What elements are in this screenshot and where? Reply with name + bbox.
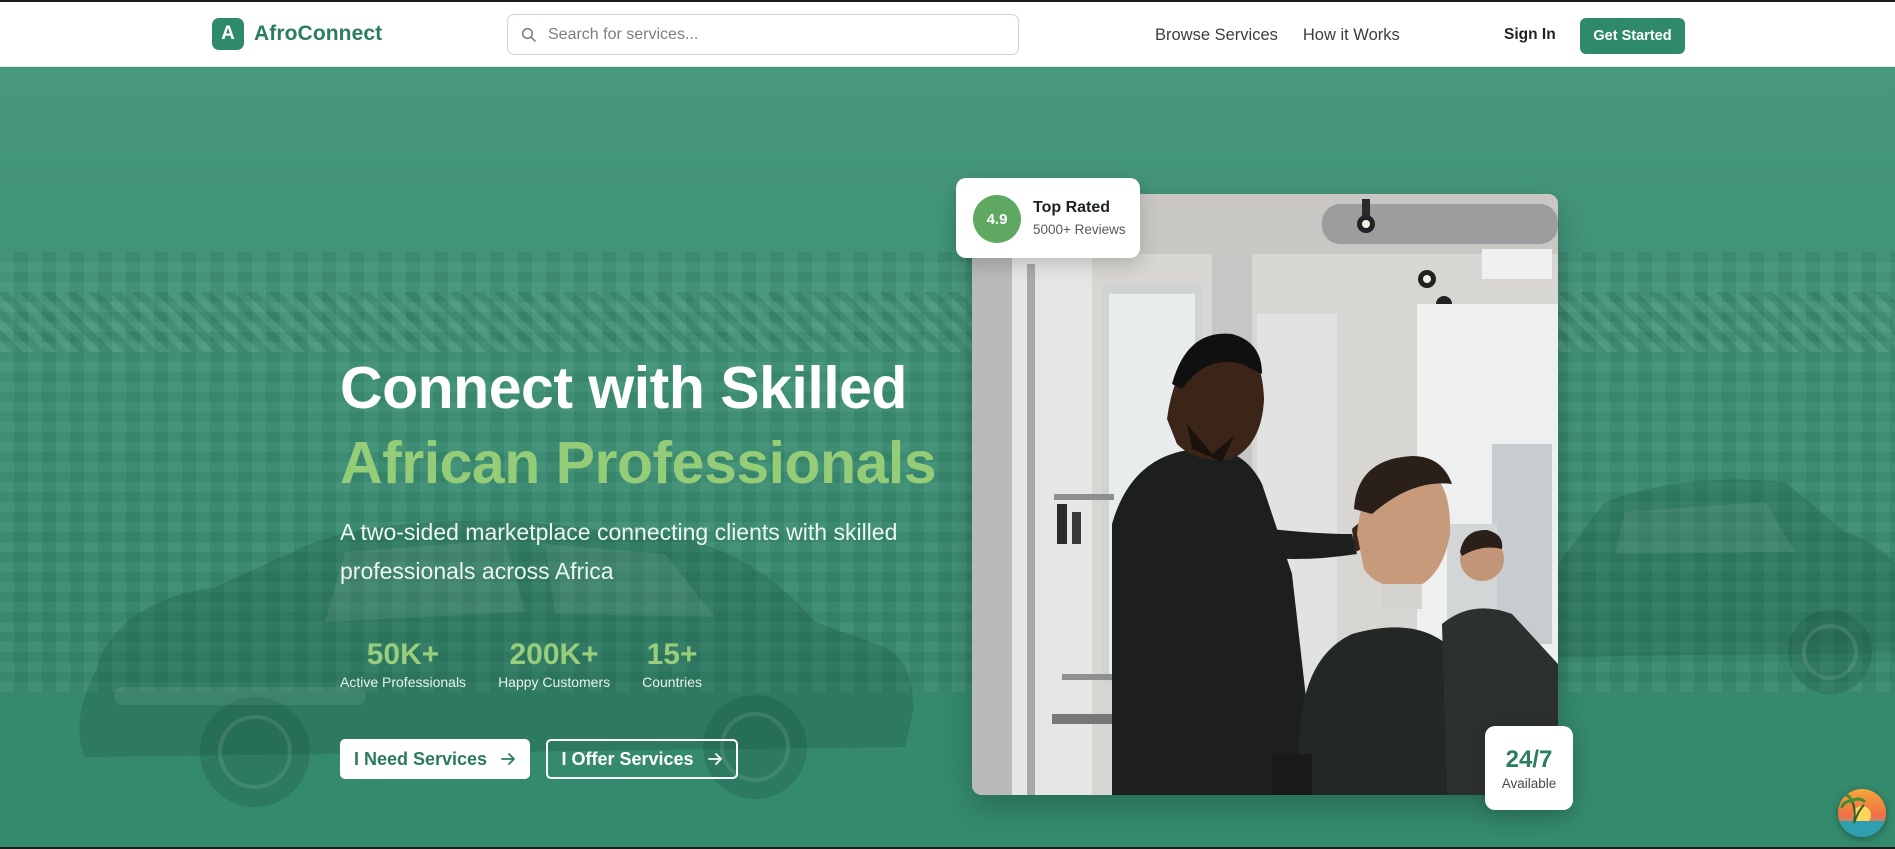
stat-value: 15+	[646, 638, 698, 671]
search-icon	[521, 27, 536, 42]
rating-reviews-count: 5000+ Reviews	[1033, 222, 1126, 237]
brand-logo[interactable]: A AfroConnect	[212, 18, 382, 50]
logo-mark: A	[212, 18, 244, 50]
pattern-band	[0, 292, 1895, 352]
stat-label: Happy Customers	[498, 674, 611, 690]
stat-value: 50K+	[366, 638, 440, 671]
availability-value: 24/7	[1505, 745, 1553, 773]
availability-label: Available	[1501, 775, 1557, 791]
sign-in-link[interactable]: Sign In	[1504, 26, 1556, 44]
hero-barbershop-photo	[972, 194, 1558, 795]
search-bar[interactable]	[507, 14, 1019, 55]
hero-subtitle: A two-sided marketplace connecting clien…	[340, 519, 898, 584]
main-nav: Browse Services How it Works	[1155, 26, 1400, 45]
brand-name: AfroConnect	[254, 22, 383, 45]
headline-line-1: Connect with Skilled	[340, 355, 907, 421]
stat-value: 200K+	[509, 638, 599, 671]
stats-row: 50K+ Active Professionals 200K+ Happy Cu…	[340, 638, 702, 690]
hero-headline: Connect with Skilled African Professiona…	[340, 351, 937, 501]
i-need-services-button[interactable]: I Need Services	[340, 739, 530, 779]
button-label: I Offer Services	[561, 748, 694, 769]
stat-customers: 200K+ Happy Customers	[498, 638, 610, 690]
stat-label: Active Professionals	[340, 674, 467, 690]
nav-how-it-works[interactable]: How it Works	[1303, 26, 1400, 45]
stat-countries: 15+ Countries	[642, 638, 702, 690]
get-started-button[interactable]: Get Started	[1580, 18, 1685, 54]
hero-section: Connect with Skilled African Professiona…	[0, 67, 1895, 849]
availability-card: 24/7 Available	[1485, 726, 1573, 810]
button-label: I Need Services	[353, 748, 488, 769]
stat-label: Countries	[642, 674, 703, 690]
top-navbar: A AfroConnect Browse Services How it Wor…	[0, 2, 1895, 67]
headline-line-2: African Professionals	[340, 430, 937, 496]
stat-professionals: 50K+ Active Professionals	[340, 638, 466, 690]
top-rated-card: 4.9 Top Rated 5000+ Reviews	[956, 178, 1140, 258]
rating-title: Top Rated	[1033, 199, 1111, 216]
nav-browse-services[interactable]: Browse Services	[1155, 26, 1278, 45]
rating-score-badge: 4.9	[973, 195, 1021, 243]
i-offer-services-button[interactable]: I Offer Services	[546, 739, 738, 779]
search-input[interactable]	[508, 15, 1018, 54]
vintage-car-illustration-right	[1545, 479, 1895, 694]
arrow-right-icon	[707, 753, 722, 765]
arrow-right-icon	[501, 753, 515, 765]
floating-assistant-icon[interactable]	[1838, 789, 1886, 837]
